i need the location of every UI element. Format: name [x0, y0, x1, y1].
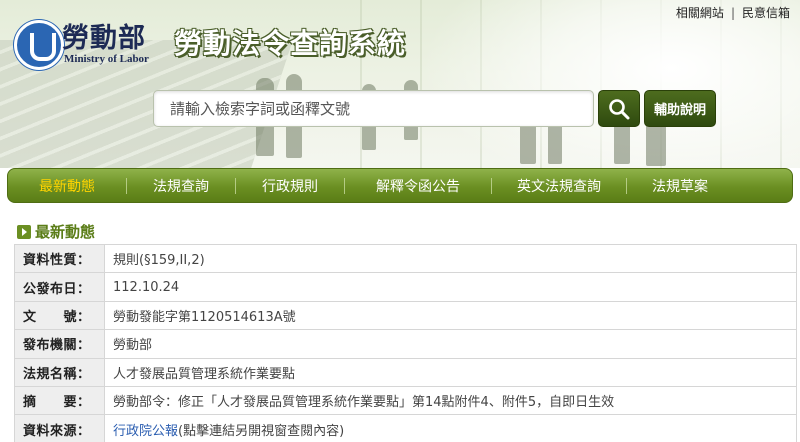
executive-yuan-gazette-link[interactable]: 行政院公報: [113, 424, 178, 439]
section-title: 最新動態: [17, 221, 95, 242]
row-label: 資料來源：: [14, 414, 105, 442]
nav-item-interpretations[interactable]: 解釋令函公告: [345, 169, 491, 202]
source-note: (點擊連結另開視窗查閱內容): [178, 423, 345, 439]
search-box: [153, 90, 594, 127]
row-label: 法規名稱：: [14, 357, 105, 387]
main-nav: 最新動態 法規查詢 行政規則 解釋令函公告 英文法規查詢 法規草案: [7, 168, 793, 203]
table-row: 公發布日： 112.10.24: [14, 272, 797, 302]
top-links-separator: |: [730, 5, 735, 20]
row-value-regulation-name: 人才發展品質管理系統作業要點: [104, 357, 797, 387]
logo-chinese-name[interactable]: 勞動部: [62, 16, 146, 55]
info-table: 資料性質： 規則(§159,II,2) 公發布日： 112.10.24 文 號：…: [14, 243, 797, 442]
row-value-source: 行政院公報(點擊連結另開視窗查閱內容): [104, 414, 797, 442]
row-value-document-number: 勞動發能字第1120514613A號: [104, 300, 797, 331]
row-value-data-type: 規則(§159,II,2): [104, 243, 797, 274]
feedback-mailbox-link[interactable]: 民意信箱: [742, 4, 790, 21]
table-row: 文 號： 勞動發能字第1120514613A號: [14, 300, 797, 331]
nav-item-latest-news[interactable]: 最新動態: [8, 169, 126, 202]
row-label: 發布機關：: [14, 329, 105, 359]
related-sites-link[interactable]: 相關網站: [676, 4, 724, 21]
table-row: 資料來源： 行政院公報(點擊連結另開視窗查閱內容): [14, 414, 797, 442]
row-label: 資料性質：: [14, 243, 105, 274]
nav-item-english-regulations[interactable]: 英文法規查詢: [492, 169, 626, 202]
table-row: 發布機關： 勞動部: [14, 329, 797, 359]
row-label: 摘 要：: [14, 385, 105, 416]
row-value-issuing-agency: 勞動部: [104, 329, 797, 359]
search-icon: [609, 98, 630, 119]
search-button[interactable]: [598, 90, 640, 127]
ministry-logo-icon[interactable]: [14, 20, 64, 70]
site-title: 勞動法令查詢系統: [174, 27, 407, 60]
row-label: 公發布日：: [14, 272, 105, 302]
nav-item-draft-regulations[interactable]: 法規草案: [627, 169, 733, 202]
search-input[interactable]: [170, 91, 593, 126]
top-links: 相關網站 | 民意信箱: [676, 4, 790, 21]
row-value-summary: 勞動部令：修正「人才發展品質管理系統作業要點」第14點附件4、附件5，自即日生效: [104, 385, 797, 416]
nav-item-regulation-search[interactable]: 法規查詢: [127, 169, 235, 202]
table-row: 法規名稱： 人才發展品質管理系統作業要點: [14, 357, 797, 387]
arrow-right-icon: [17, 224, 31, 239]
help-button[interactable]: 輔助說明: [644, 90, 716, 127]
table-row: 摘 要： 勞動部令：修正「人才發展品質管理系統作業要點」第14點附件4、附件5，…: [14, 385, 797, 416]
banner-light-graphic: [420, 0, 800, 168]
logo-english-name: Ministry of Labor: [64, 53, 149, 65]
nav-item-administrative-rules[interactable]: 行政規則: [236, 169, 344, 202]
section-title-text: 最新動態: [35, 223, 96, 241]
row-value-publish-date: 112.10.24: [104, 272, 797, 302]
table-row: 資料性質： 規則(§159,II,2): [14, 243, 797, 274]
row-label: 文 號：: [14, 300, 105, 331]
